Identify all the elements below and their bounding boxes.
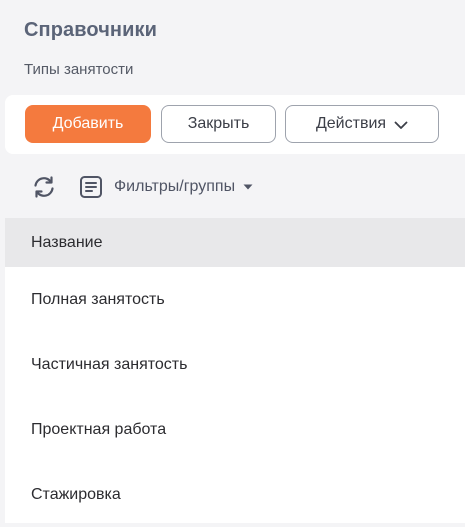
chevron-down-icon [394, 121, 408, 129]
column-header-name[interactable]: Название [5, 218, 465, 267]
actions-dropdown-button[interactable]: Действия [285, 105, 439, 143]
types-table: Название Полная занятость Частичная заня… [5, 218, 465, 523]
refresh-button[interactable] [30, 173, 58, 201]
filters-groups-button[interactable]: Фильтры/группы [78, 173, 253, 201]
table-row[interactable]: Частичная занятость [5, 332, 465, 397]
table-row[interactable]: Проектная работа [5, 397, 465, 462]
refresh-icon [34, 176, 54, 198]
filters-label: Фильтры/группы [114, 178, 236, 195]
actions-button-label: Действия [315, 115, 387, 132]
page-title: Справочники [24, 19, 158, 41]
table-row[interactable]: Стажировка [5, 462, 465, 527]
toolbar: Добавить Закрыть Действия [5, 95, 465, 154]
add-button[interactable]: Добавить [25, 105, 151, 143]
table-row[interactable]: Полная занятость [5, 267, 465, 332]
caret-down-icon [243, 184, 253, 190]
list-document-icon [80, 176, 102, 198]
page-subtitle: Типы занятости [24, 61, 134, 78]
close-button[interactable]: Закрыть [161, 105, 276, 143]
